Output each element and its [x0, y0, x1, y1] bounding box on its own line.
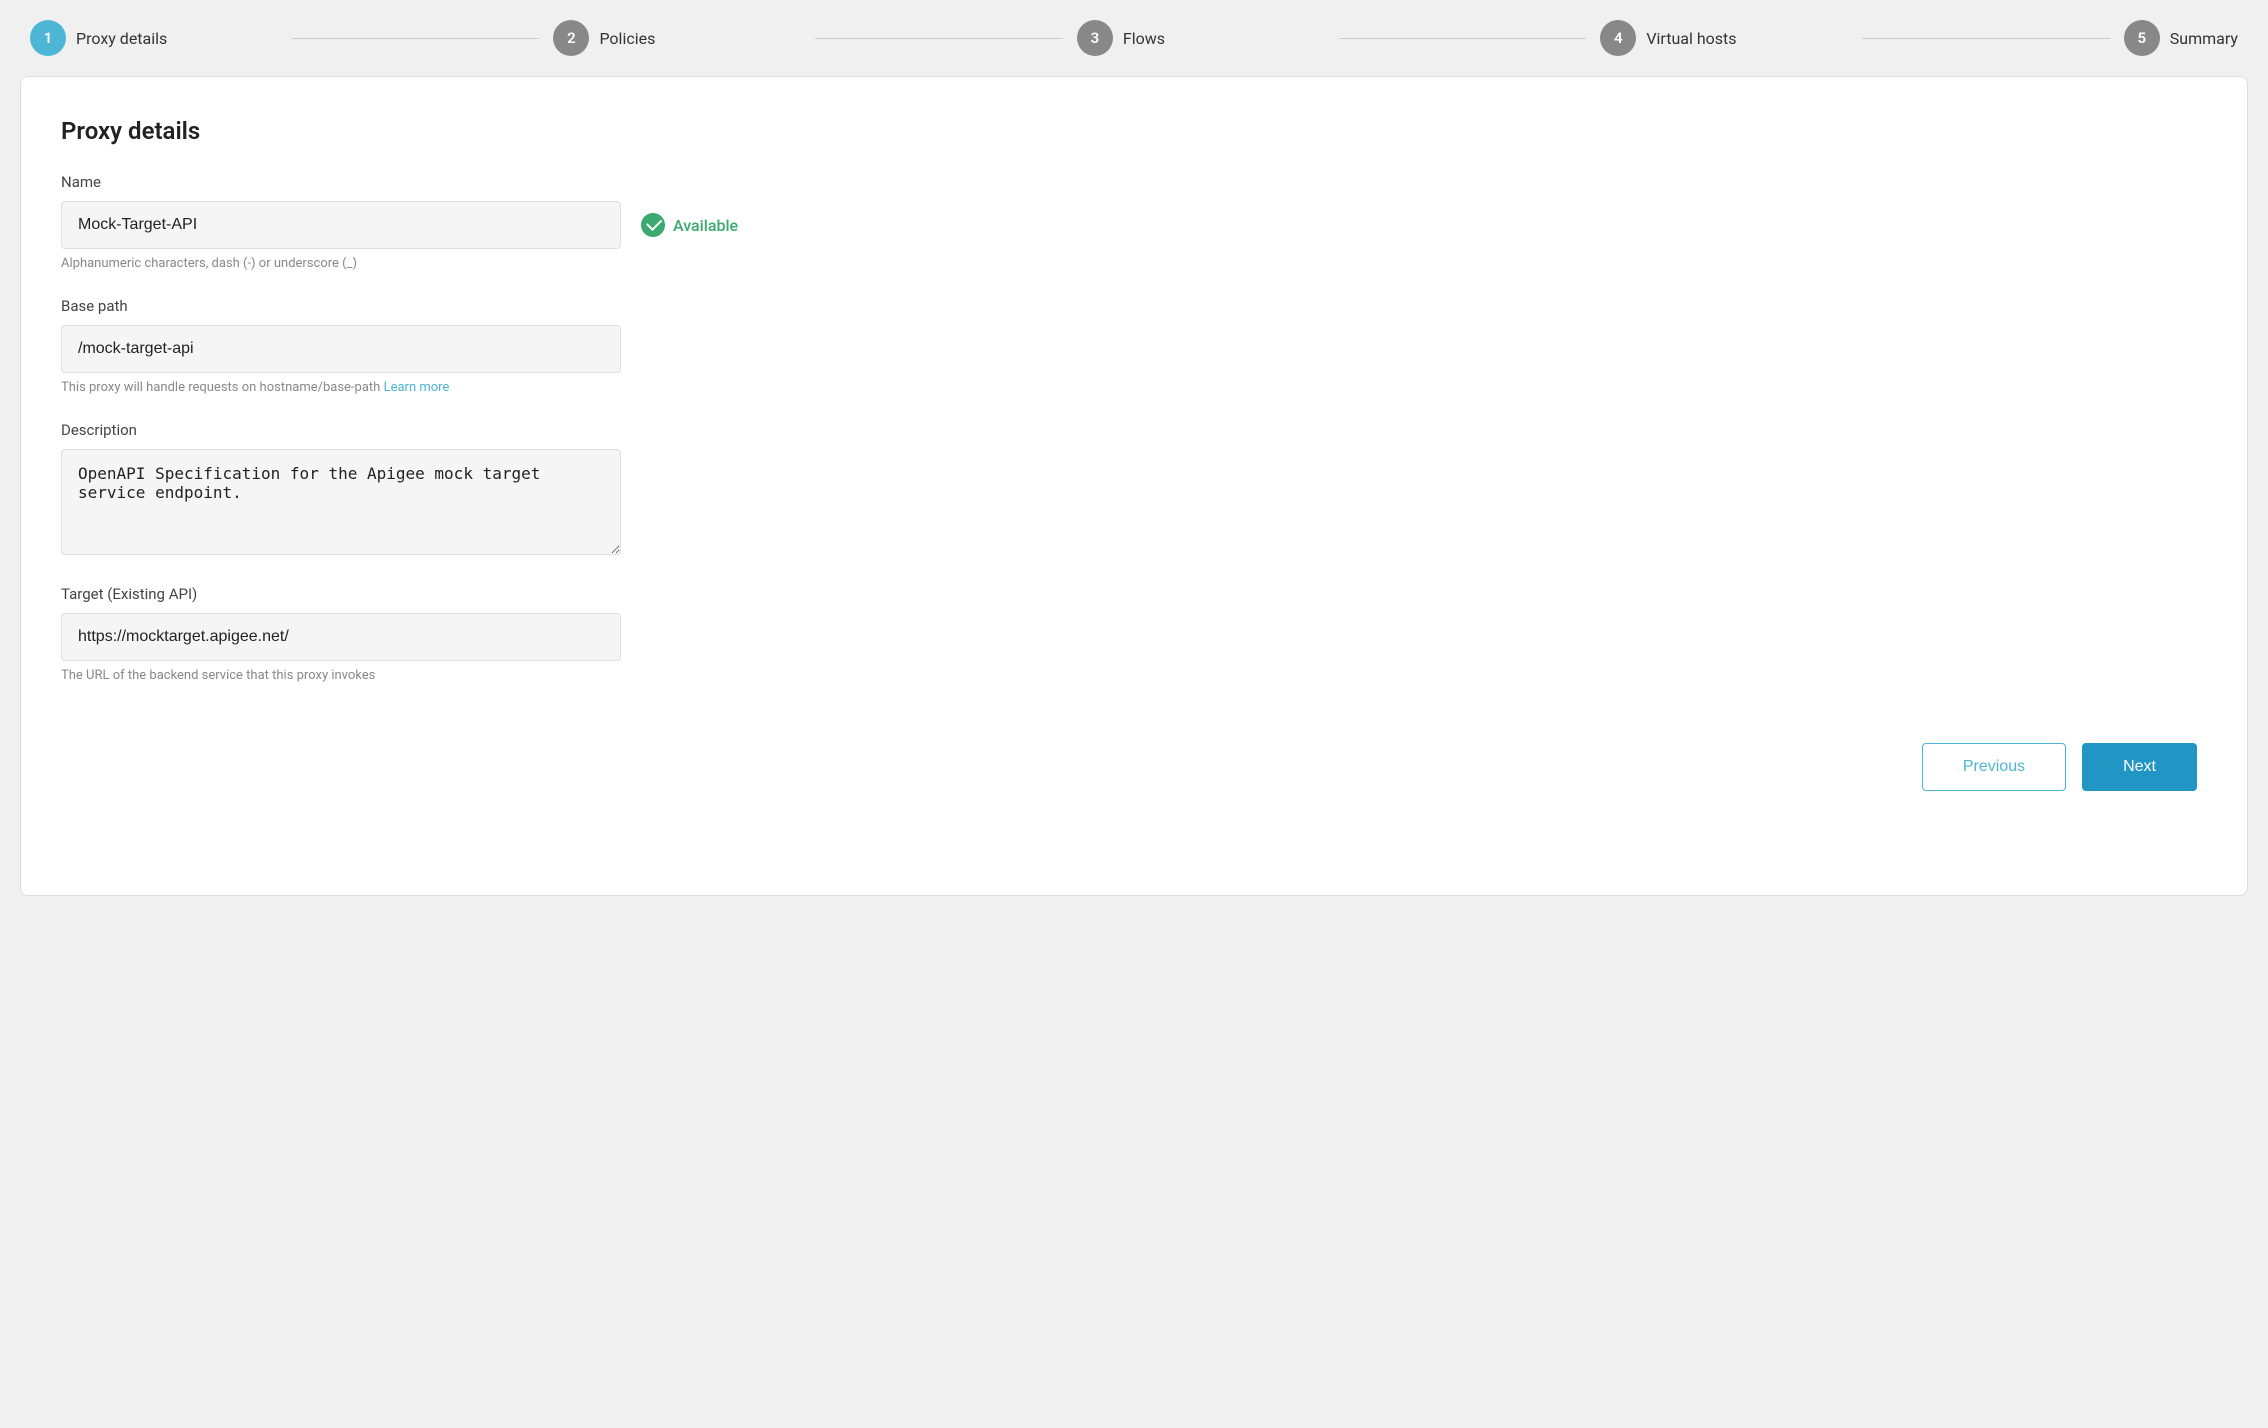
base-path-input[interactable]	[61, 325, 621, 373]
target-section: Target (Existing API) The URL of the bac…	[61, 585, 2197, 683]
step-4-number: 4	[1614, 29, 1623, 47]
stepper: 1 Proxy details 2 Policies 3 Flows 4 Vir…	[20, 20, 2248, 56]
step-1-label: Proxy details	[76, 29, 167, 48]
step-line-4-5	[1862, 38, 2110, 39]
step-5-circle: 5	[2124, 20, 2160, 56]
step-3-number: 3	[1091, 29, 1100, 47]
description-label: Description	[61, 421, 2197, 439]
step-5: 5 Summary	[2124, 20, 2238, 56]
name-label: Name	[61, 173, 2197, 191]
name-section: Name Available Alphanumeric characters, …	[61, 173, 2197, 271]
description-section: Description	[61, 421, 2197, 559]
base-path-label: Base path	[61, 297, 2197, 315]
step-1-number: 1	[44, 29, 53, 47]
step-3-label: Flows	[1123, 29, 1165, 48]
step-2-label: Policies	[599, 29, 655, 48]
learn-more-link[interactable]: Learn more	[384, 380, 450, 395]
base-path-section: Base path This proxy will handle request…	[61, 297, 2197, 395]
available-check-icon	[641, 213, 665, 237]
step-2-number: 2	[567, 29, 576, 47]
page-title: Proxy details	[61, 117, 2197, 145]
name-hint: Alphanumeric characters, dash (-) or und…	[61, 256, 2197, 271]
target-label: Target (Existing API)	[61, 585, 2197, 603]
base-path-hint: This proxy will handle requests on hostn…	[61, 380, 2197, 395]
step-4: 4 Virtual hosts	[1600, 20, 1848, 56]
step-5-number: 5	[2137, 29, 2146, 47]
description-input[interactable]	[61, 449, 621, 555]
target-input[interactable]	[61, 613, 621, 661]
step-3: 3 Flows	[1077, 20, 1325, 56]
step-line-2-3	[815, 38, 1063, 39]
base-path-hint-text: This proxy will handle requests on hostn…	[61, 380, 380, 395]
name-row: Available	[61, 201, 2197, 249]
step-line-1-2	[292, 38, 540, 39]
step-line-3-4	[1339, 38, 1587, 39]
step-4-circle: 4	[1600, 20, 1636, 56]
next-button[interactable]: Next	[2082, 743, 2197, 791]
name-input[interactable]	[61, 201, 621, 249]
target-hint: The URL of the backend service that this…	[61, 668, 2197, 683]
step-2-circle: 2	[553, 20, 589, 56]
step-5-label: Summary	[2170, 29, 2238, 48]
step-1: 1 Proxy details	[30, 20, 278, 56]
step-4-label: Virtual hosts	[1646, 29, 1736, 48]
previous-button[interactable]: Previous	[1922, 743, 2066, 791]
availability-badge: Available	[641, 213, 738, 237]
card-footer: Previous Next	[61, 743, 2197, 791]
step-2: 2 Policies	[553, 20, 801, 56]
availability-label: Available	[673, 216, 738, 235]
step-3-circle: 3	[1077, 20, 1113, 56]
proxy-details-card: Proxy details Name Available Alphanumeri…	[20, 76, 2248, 896]
step-1-circle: 1	[30, 20, 66, 56]
